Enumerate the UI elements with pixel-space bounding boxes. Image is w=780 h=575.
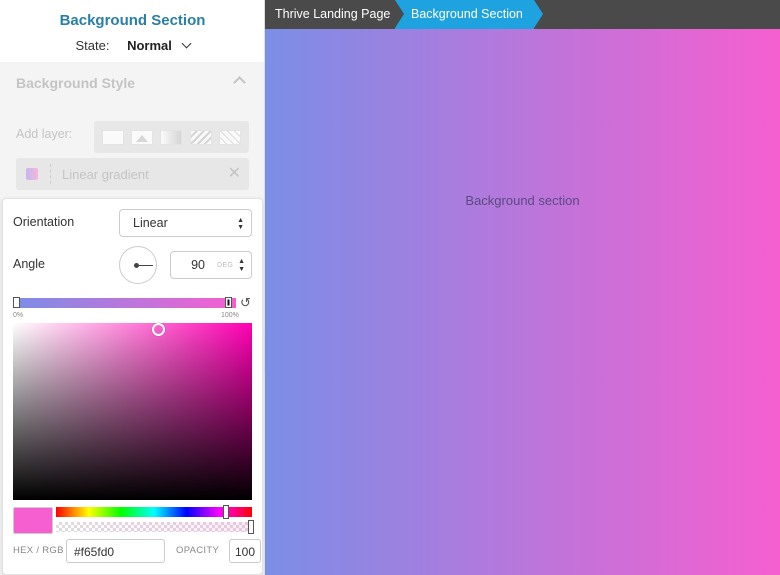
gradient-stop-end[interactable] [225, 297, 232, 308]
opacity-label: OPACITY [176, 545, 220, 556]
reset-icon[interactable]: ↺ [240, 295, 251, 311]
chevron-down-icon[interactable] [181, 38, 191, 49]
dial-hand-icon [137, 265, 153, 266]
gradient-stop-start[interactable] [13, 297, 20, 308]
color-picker-cursor[interactable] [152, 323, 165, 336]
angle-value: 90 [191, 258, 205, 272]
state-label: State: [75, 38, 110, 53]
gradient-preview-bar[interactable] [14, 298, 236, 308]
add-layer-label: Add layer: [16, 127, 73, 141]
angle-unit: DEG [217, 262, 234, 269]
image-layer-icon[interactable] [131, 129, 154, 145]
layer-name: Linear gradient [62, 167, 149, 182]
stop-end-percent: 100% [221, 312, 239, 319]
angle-input[interactable]: 90 DEG ▲ ▼ [170, 251, 252, 279]
angle-dial[interactable] [119, 246, 157, 284]
breadcrumb-item-landing-page[interactable]: Thrive Landing Page [265, 0, 395, 29]
close-icon[interactable]: ✕ [228, 166, 241, 182]
orientation-select[interactable]: Linear ▲ ▼ [119, 209, 252, 237]
hex-input[interactable]: #f65fd0 [66, 539, 165, 563]
sidebar-title: Background Section [59, 12, 206, 29]
add-layer-buttons [94, 121, 249, 153]
hex-label: HEX / RGB [13, 545, 64, 556]
texture-layer-icon[interactable] [219, 129, 242, 145]
select-arrows-icon: ▲ ▼ [237, 217, 244, 231]
gradient-layer-icon[interactable] [160, 129, 183, 145]
stop-start-percent: 0% [13, 312, 24, 319]
gradient-editor-popup: Orientation Linear ▲ ▼ Angle 90 DEG ▲ ▼ ↺ … [2, 198, 263, 575]
current-color-swatch [13, 507, 53, 534]
angle-label: Angle [13, 257, 45, 271]
hue-slider-thumb[interactable] [223, 505, 229, 519]
state-value[interactable]: Normal [127, 38, 172, 53]
angle-stepper-icon[interactable]: ▲ ▼ [238, 258, 245, 274]
orientation-value: Linear [133, 216, 168, 230]
background-section[interactable]: Background section [265, 29, 780, 575]
drag-handle[interactable] [50, 164, 51, 184]
background-style-heading[interactable]: Background Style [16, 75, 135, 91]
editor-canvas: Thrive Landing Page Background Section B… [265, 0, 780, 575]
section-text[interactable]: Background section [265, 193, 780, 208]
orientation-label: Orientation [13, 215, 75, 229]
state-selector[interactable]: State: Normal [0, 38, 264, 53]
layer-item[interactable]: Linear gradient ✕ [16, 158, 249, 190]
layer-color-swatch [26, 168, 38, 180]
alpha-slider-thumb[interactable] [248, 520, 254, 534]
alpha-slider[interactable] [56, 522, 252, 532]
pattern-layer-icon[interactable] [189, 129, 212, 145]
breadcrumb: Thrive Landing Page Background Section [265, 0, 780, 29]
sidebar: Background Section State: Normal Backgro… [0, 0, 265, 575]
solid-color-layer-icon[interactable] [101, 129, 124, 145]
opacity-input[interactable]: 100 [229, 539, 261, 563]
saturation-value-picker[interactable] [13, 323, 252, 500]
breadcrumb-item-background-section[interactable]: Background Section [395, 0, 543, 29]
